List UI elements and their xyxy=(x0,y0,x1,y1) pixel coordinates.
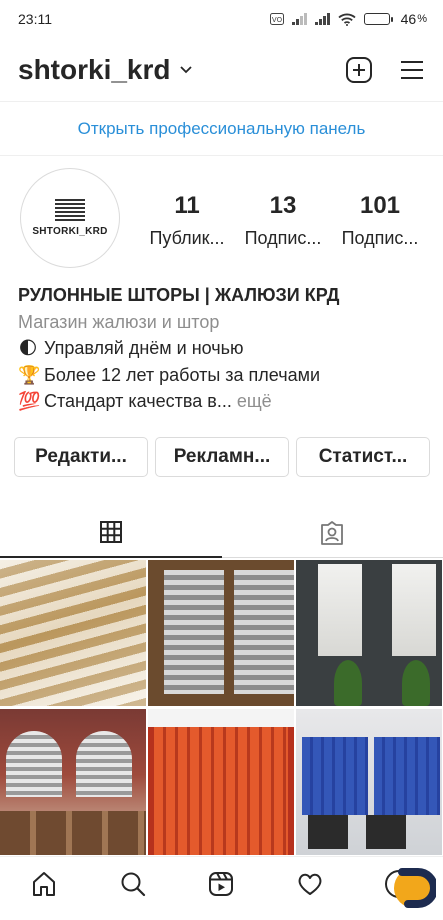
username: shtorki_krd xyxy=(18,53,171,85)
plus-square-icon[interactable] xyxy=(345,56,373,84)
header-actions xyxy=(345,56,425,84)
stat-following[interactable]: 101 Подпис... xyxy=(335,192,425,249)
avatar-logo-text: SHTORKI_KRD xyxy=(32,226,108,237)
bio-line: 🏆 Более 12 лет работы за плечами xyxy=(18,362,428,389)
status-time: 23:11 xyxy=(18,11,52,27)
profile-name: РУЛОННЫЕ ШТОРЫ | ЖАЛЮЗИ КРД xyxy=(18,285,340,305)
stat-label: Подпис... xyxy=(244,228,322,248)
wifi-icon xyxy=(338,13,356,26)
professional-dashboard-label: Открыть профессиональную панель xyxy=(77,118,366,138)
bottom-navigation xyxy=(0,856,443,920)
reels-icon xyxy=(209,871,234,896)
tab-tagged[interactable] xyxy=(221,508,443,558)
post-thumbnail[interactable] xyxy=(148,709,294,855)
tab-posts-grid[interactable] xyxy=(0,508,222,558)
account-switcher[interactable]: shtorki_krd xyxy=(18,54,193,86)
status-icons: VO 46% xyxy=(269,11,427,27)
professional-dashboard-link[interactable]: Открыть профессиональную панель xyxy=(0,102,443,156)
battery-icon xyxy=(363,13,393,25)
bio-line-text: Стандарт качества в... xyxy=(44,391,232,411)
status-bar: 23:11 VO 46% xyxy=(0,0,443,38)
stat-label: Подпис... xyxy=(341,228,419,248)
profile-category: Магазин жалюзи и штор xyxy=(18,311,220,332)
stat-value: 11 xyxy=(174,192,200,219)
nav-home[interactable] xyxy=(29,869,59,899)
blinds-logo-icon xyxy=(55,199,85,221)
hundred-points-icon: 💯 xyxy=(18,391,41,411)
battery-percent: 46 xyxy=(400,11,417,27)
profile-header: shtorki_krd xyxy=(0,38,443,102)
bio-line-text: Более 12 лет работы за плечами xyxy=(44,364,321,385)
bio-more-link[interactable]: ещё xyxy=(237,391,272,411)
trophy-icon: 🏆 xyxy=(18,364,41,385)
nav-search[interactable] xyxy=(118,869,148,899)
stat-value: 101 xyxy=(359,192,401,219)
profile-tabs xyxy=(0,508,443,558)
promotions-button[interactable]: Рекламн... xyxy=(155,437,289,477)
bio-line: 💯 Стандарт качества в... ещё xyxy=(18,388,428,415)
stat-value: 13 xyxy=(269,192,297,219)
insights-button[interactable]: Статист... xyxy=(296,437,430,477)
nav-activity[interactable] xyxy=(295,869,325,899)
grid-icon xyxy=(99,521,122,543)
posts-grid xyxy=(0,560,443,856)
volte-icon: VO xyxy=(269,13,284,25)
post-thumbnail[interactable] xyxy=(0,560,146,706)
stat-label: Публик... xyxy=(149,228,225,248)
svg-text:VO: VO xyxy=(272,16,283,24)
tagged-person-icon xyxy=(321,520,344,545)
post-thumbnail[interactable] xyxy=(296,560,442,706)
heart-icon xyxy=(298,873,322,895)
avatar[interactable]: SHTORKI_KRD xyxy=(20,168,120,268)
app-overlay-logo-icon xyxy=(394,868,436,908)
post-thumbnail[interactable] xyxy=(296,709,442,855)
half-moon-icon: 🌓 xyxy=(18,338,38,358)
stat-posts[interactable]: 11 Публик... xyxy=(142,192,232,249)
stat-followers[interactable]: 13 Подпис... xyxy=(238,192,328,249)
signal-icon xyxy=(291,13,307,25)
chevron-down-icon xyxy=(179,65,192,73)
nav-reels[interactable] xyxy=(206,869,236,899)
home-icon xyxy=(33,871,56,896)
profile-bio: РУЛОННЫЕ ШТОРЫ | ЖАЛЮЗИ КРД Магазин жалю… xyxy=(18,282,428,415)
post-thumbnail[interactable] xyxy=(0,709,146,855)
search-icon xyxy=(121,872,145,896)
bio-line-text: Управляй днём и ночью xyxy=(44,338,244,358)
menu-icon[interactable] xyxy=(399,59,425,81)
edit-profile-button[interactable]: Редакти... xyxy=(14,437,148,477)
profile-buttons: Редакти... Рекламн... Статист... xyxy=(14,437,430,477)
post-thumbnail[interactable] xyxy=(148,560,294,706)
signal-icon xyxy=(314,13,330,25)
bio-line: 🌓 Управляй днём и ночью xyxy=(18,335,428,362)
profile-summary: SHTORKI_KRD 11 Публик... 13 Подпис... 10… xyxy=(0,166,443,270)
